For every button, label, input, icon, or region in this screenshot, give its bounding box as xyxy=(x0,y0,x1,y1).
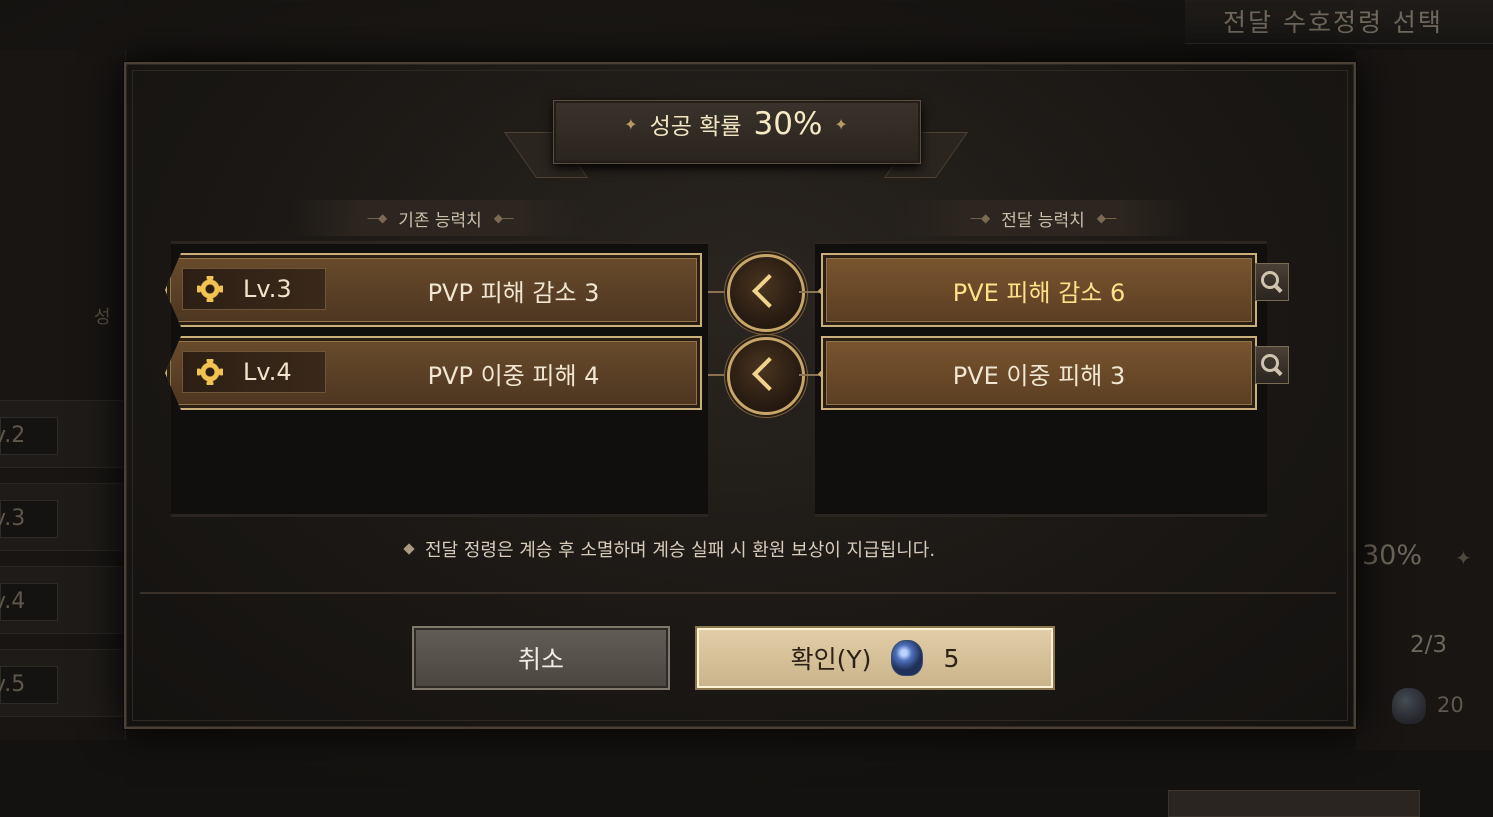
magnifier-icon[interactable] xyxy=(1255,263,1289,301)
existing-stat-name: PVP 피해 감소 3 xyxy=(427,278,600,307)
bullet-icon xyxy=(403,543,415,555)
level-text: Lv.3 xyxy=(243,275,292,303)
connector-line xyxy=(799,291,821,293)
notice-text: 전달 정령은 계승 후 소멸하며 계승 실패 시 환원 보상이 지급됩니다. xyxy=(425,540,936,561)
transfer-stats-header: —◆ 전달 능력치 ◆— xyxy=(893,200,1193,236)
background-gem-icon xyxy=(1392,688,1426,724)
sparkle-icon: ✦ xyxy=(624,114,638,134)
transfer-stat-name: PVE 피해 감소 6 xyxy=(952,278,1126,307)
success-rate-value: 30% xyxy=(753,106,823,142)
ornament-icon: ◆— xyxy=(1096,211,1117,225)
background-level-row: v.3 xyxy=(0,483,125,551)
sparkle-icon: ✦ xyxy=(834,114,848,134)
background-level-row: v.5 xyxy=(0,649,125,717)
background-button xyxy=(1168,790,1420,817)
background-level-row: v.4 xyxy=(0,566,125,634)
ornament-icon: —◆ xyxy=(366,211,387,225)
level-badge: Lv.3 xyxy=(182,268,326,310)
confirm-cost: 5 xyxy=(943,643,960,673)
existing-stat-row: Lv.4 PVP 이중 피해 4 xyxy=(165,336,702,410)
ornament-icon: ◆— xyxy=(493,211,514,225)
magnifier-icon[interactable] xyxy=(1255,346,1289,384)
existing-stat-name: PVP 이중 피해 4 xyxy=(427,361,600,390)
arrow-left-icon xyxy=(727,337,805,415)
ornament-icon: —◆ xyxy=(969,211,990,225)
transfer-stat-row: PVE 이중 피해 3 xyxy=(821,336,1257,410)
level-badge: Lv.4 xyxy=(182,351,326,393)
gear-icon xyxy=(197,359,223,385)
confirm-button[interactable]: 확인(Y) 5 xyxy=(695,626,1055,690)
existing-stat-row: Lv.3 PVP 피해 감소 3 xyxy=(165,253,702,327)
background-left-label: 성 xyxy=(94,307,111,328)
transfer-stats-title: 전달 능력치 xyxy=(1001,210,1085,231)
background-ratio: 2/3 xyxy=(1410,632,1448,658)
background-window-title: 전달 수호정령 선택 xyxy=(1185,0,1493,44)
background-plus-icon: ✦ xyxy=(1455,546,1472,570)
background-level-row: v.2 xyxy=(0,400,125,468)
cancel-button-label: 취소 xyxy=(517,645,564,674)
arrow-left-icon xyxy=(727,254,805,332)
transfer-stat-row: PVE 피해 감소 6 xyxy=(821,253,1257,327)
cancel-button[interactable]: 취소 xyxy=(412,626,670,690)
background-success-rate: 30% xyxy=(1362,540,1423,571)
existing-stats-header: —◆ 기존 능력치 ◆— xyxy=(290,200,590,236)
transfer-stat-name: PVE 이중 피해 3 xyxy=(952,361,1126,390)
gear-icon xyxy=(197,276,223,302)
gem-icon xyxy=(891,640,924,676)
background-left-panel xyxy=(0,50,126,740)
success-rate-label: 성공 확률 xyxy=(649,114,742,140)
divider xyxy=(140,592,1336,594)
transfer-notice: 전달 정령은 계승 후 소멸하며 계승 실패 시 환원 보상이 지급됩니다. xyxy=(403,536,936,562)
connector-line xyxy=(799,374,821,376)
existing-stats-title: 기존 능력치 xyxy=(398,210,482,231)
confirm-button-label: 확인(Y) xyxy=(790,645,872,674)
success-rate-banner: ✦ 성공 확률 30% ✦ xyxy=(553,100,919,148)
level-text: Lv.4 xyxy=(243,358,292,386)
background-cost: 20 xyxy=(1437,693,1464,717)
